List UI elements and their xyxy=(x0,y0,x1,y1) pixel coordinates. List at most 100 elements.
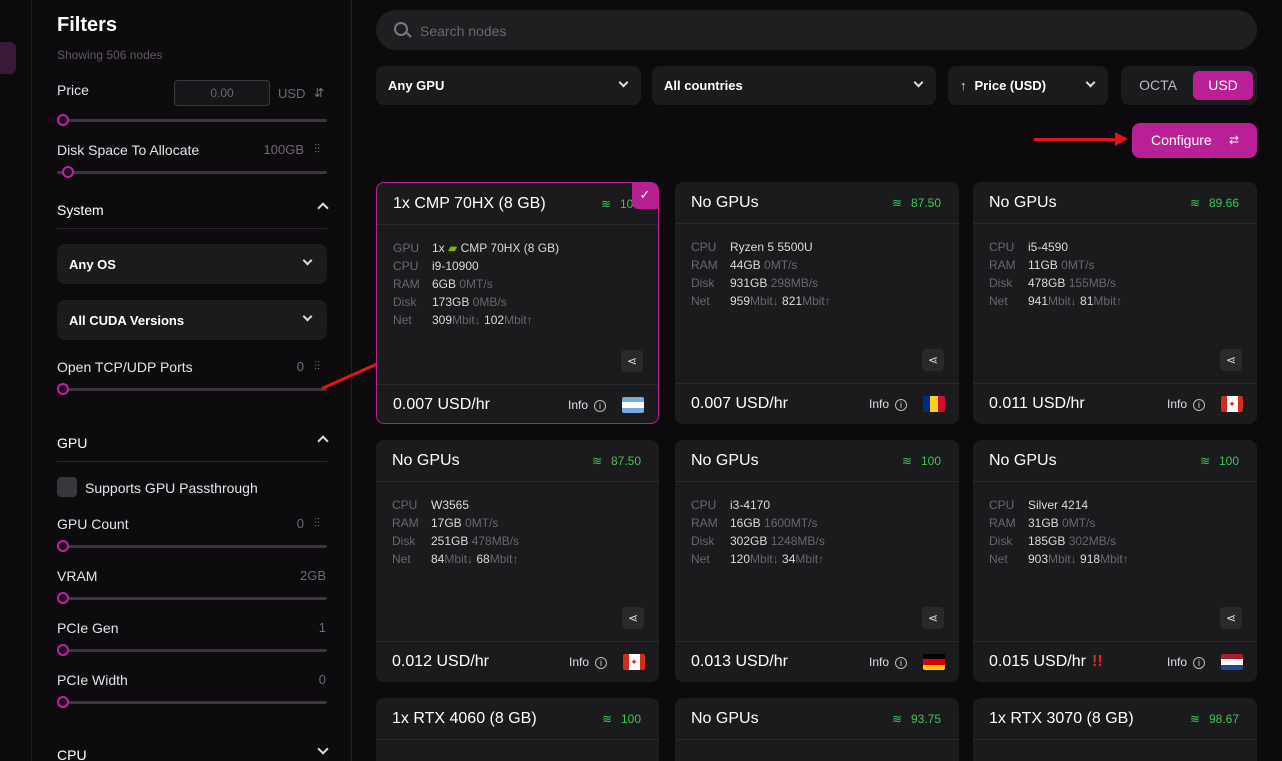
card-price: 0.007 USD/hr xyxy=(393,396,490,414)
ports-slider-thumb[interactable] xyxy=(57,383,69,395)
pcie-gen-slider-thumb[interactable] xyxy=(57,644,69,656)
node-card[interactable]: No GPUs ≋ 100 CPU i3-4170 RAM 16GB 1600MT/s Dis… xyxy=(675,440,959,682)
pcie-width-slider-thumb[interactable] xyxy=(57,696,69,708)
share-icon[interactable]: ⋖ xyxy=(621,350,643,372)
gpu-count-slider-thumb[interactable] xyxy=(57,540,69,552)
ram-speed: 0MT/s xyxy=(1061,258,1095,272)
search-input[interactable]: Search nodes xyxy=(376,10,1257,50)
arrow-up-icon: ↑ xyxy=(818,552,825,566)
gpu-count: 1x xyxy=(432,241,445,255)
gpu-filter-select[interactable]: Any GPU xyxy=(376,66,641,105)
currency-option-octa[interactable]: OCTA xyxy=(1128,71,1188,100)
sliders-icon[interactable]: ⫶⫶ xyxy=(314,142,320,157)
disk-value: 100GB xyxy=(263,142,304,157)
spec-row-disk: Disk 931GB 298MB/s xyxy=(691,276,818,290)
info-button[interactable]: Info i xyxy=(1167,655,1205,669)
disk-slider[interactable] xyxy=(57,166,327,178)
spec-key: CPU xyxy=(989,498,1015,512)
spec-row-disk: Disk 251GB 478MB/s xyxy=(392,534,519,548)
info-button[interactable]: Info i xyxy=(1167,397,1205,411)
card-title: 1x RTX 4060 (8 GB) xyxy=(392,710,537,727)
gpu-count-slider[interactable] xyxy=(57,540,327,552)
price-input[interactable]: 0.00 xyxy=(174,80,270,106)
spec-key: Disk xyxy=(691,534,715,548)
card-title: No GPUs xyxy=(989,452,1057,469)
country-filter-select[interactable]: All countries xyxy=(652,66,936,105)
card-score: ≋ 87.50 xyxy=(592,454,641,468)
chevron-down-icon xyxy=(302,311,313,322)
card-score-value: 100 xyxy=(1218,454,1239,468)
vram-slider-thumb[interactable] xyxy=(57,592,69,604)
info-button[interactable]: Info i xyxy=(869,397,907,411)
configure-button[interactable]: Configure ⇄ xyxy=(1132,123,1257,158)
sliders-icon[interactable]: ⫶⫶ xyxy=(314,516,320,531)
pcie-gen-slider[interactable] xyxy=(57,644,327,656)
ports-label: Open TCP/UDP Ports xyxy=(57,359,193,375)
ram-value: 11GB xyxy=(1028,258,1058,272)
share-icon[interactable]: ⋖ xyxy=(1220,349,1242,371)
info-icon: i xyxy=(895,399,907,411)
nav-rail-active-indicator[interactable] xyxy=(0,42,16,74)
card-score-value: 100 xyxy=(920,454,941,468)
arrow-up-icon: ↑ xyxy=(512,552,519,566)
share-icon[interactable]: ⋖ xyxy=(922,607,944,629)
flag-icon-de xyxy=(923,654,945,670)
disk-value: 185GB xyxy=(1028,534,1066,548)
spec-row-gpu: GPU 1x ▰ CMP 70HX (8 GB) xyxy=(393,241,559,255)
price-slider-thumb[interactable] xyxy=(57,114,69,126)
share-icon[interactable]: ⋖ xyxy=(1220,607,1242,629)
ports-slider[interactable] xyxy=(57,383,327,395)
info-button[interactable]: Info i xyxy=(568,398,606,412)
spec-key: RAM xyxy=(393,277,420,291)
cpu-section-label: CPU xyxy=(57,747,87,761)
card-title: 1x RTX 3070 (8 GB) xyxy=(989,710,1134,727)
wifi-icon: ≋ xyxy=(891,712,903,726)
info-button[interactable]: Info i xyxy=(569,655,607,669)
system-section-header[interactable]: System xyxy=(57,202,329,229)
disk-value: 478GB xyxy=(1028,276,1066,290)
sort-select[interactable]: ↑ Price (USD) xyxy=(948,66,1108,105)
spec-row-net: Net 120Mbit↓ 34Mbit↑ xyxy=(691,552,824,566)
node-card[interactable]: 1x RTX 4060 (8 GB) ≋ 100 xyxy=(376,698,659,761)
vram-slider[interactable] xyxy=(57,592,327,604)
gpu-section-header[interactable]: GPU xyxy=(57,435,329,462)
card-title: No GPUs xyxy=(691,194,759,211)
chevron-down-icon xyxy=(317,743,329,755)
os-select[interactable]: Any OS xyxy=(57,244,327,284)
card-score-value: 87.50 xyxy=(610,454,641,468)
price-slider[interactable] xyxy=(57,114,327,126)
currency-option-usd[interactable]: USD xyxy=(1193,71,1253,100)
spec-row-cpu: CPU Ryzen 5 5500U xyxy=(691,240,813,254)
card-header: 1x RTX 4060 (8 GB) ≋ 100 xyxy=(376,698,659,740)
sort-value: Price (USD) xyxy=(974,78,1047,93)
disk-slider-thumb[interactable] xyxy=(62,166,75,178)
cuda-select-value: All CUDA Versions xyxy=(69,313,185,328)
cpu-value: i3-4170 xyxy=(730,498,771,512)
spec-key: Net xyxy=(691,294,710,308)
node-card[interactable]: No GPUs ≋ 93.75 xyxy=(675,698,959,761)
node-card[interactable]: No GPUs ≋ 87.50 CPU Ryzen 5 5500U RAM 44GB 0MT… xyxy=(675,182,959,424)
arrow-up-icon: ↑ xyxy=(824,294,831,308)
sliders-icon[interactable]: ⫶⫶ xyxy=(314,359,320,374)
node-card[interactable]: No GPUs ≋ 89.66 CPU i5-4590 RAM 11GB 0MT/s Disk… xyxy=(973,182,1257,424)
card-price: 0.015 USD/hr!! xyxy=(989,653,1103,671)
spec-key: Net xyxy=(989,294,1008,308)
node-card[interactable]: No GPUs ≋ 100 CPU Silver 4214 RAM 31GB 0MT/s Di… xyxy=(973,440,1257,682)
node-card[interactable]: No GPUs ≋ 87.50 CPU W3565 RAM 17GB 0MT/s Disk 25… xyxy=(376,440,659,682)
pcie-width-slider[interactable] xyxy=(57,696,327,708)
card-header: No GPUs ≋ 93.75 xyxy=(675,698,959,740)
cuda-select[interactable]: All CUDA Versions xyxy=(57,300,327,340)
price-text: 0.015 USD/hr xyxy=(989,653,1086,670)
net-up: 821 xyxy=(782,294,803,308)
node-card[interactable]: 1x RTX 3070 (8 GB) ≋ 98.67 xyxy=(973,698,1257,761)
cpu-section-header[interactable]: CPU xyxy=(57,743,329,761)
disk-speed: 155MB/s xyxy=(1068,276,1117,290)
passthrough-label: Supports GPU Passthrough xyxy=(85,480,258,496)
share-icon[interactable]: ⋖ xyxy=(622,607,644,629)
sort-icon[interactable]: ⇵ xyxy=(314,86,324,100)
info-button[interactable]: Info i xyxy=(869,655,907,669)
node-card[interactable]: 1x CMP 70HX (8 GB) ≋ 100 ✓ GPU 1x ▰ CMP 70HX … xyxy=(376,182,659,424)
passthrough-checkbox[interactable] xyxy=(57,477,77,497)
price-text: 0.007 USD/hr xyxy=(393,396,490,413)
share-icon[interactable]: ⋖ xyxy=(922,349,944,371)
